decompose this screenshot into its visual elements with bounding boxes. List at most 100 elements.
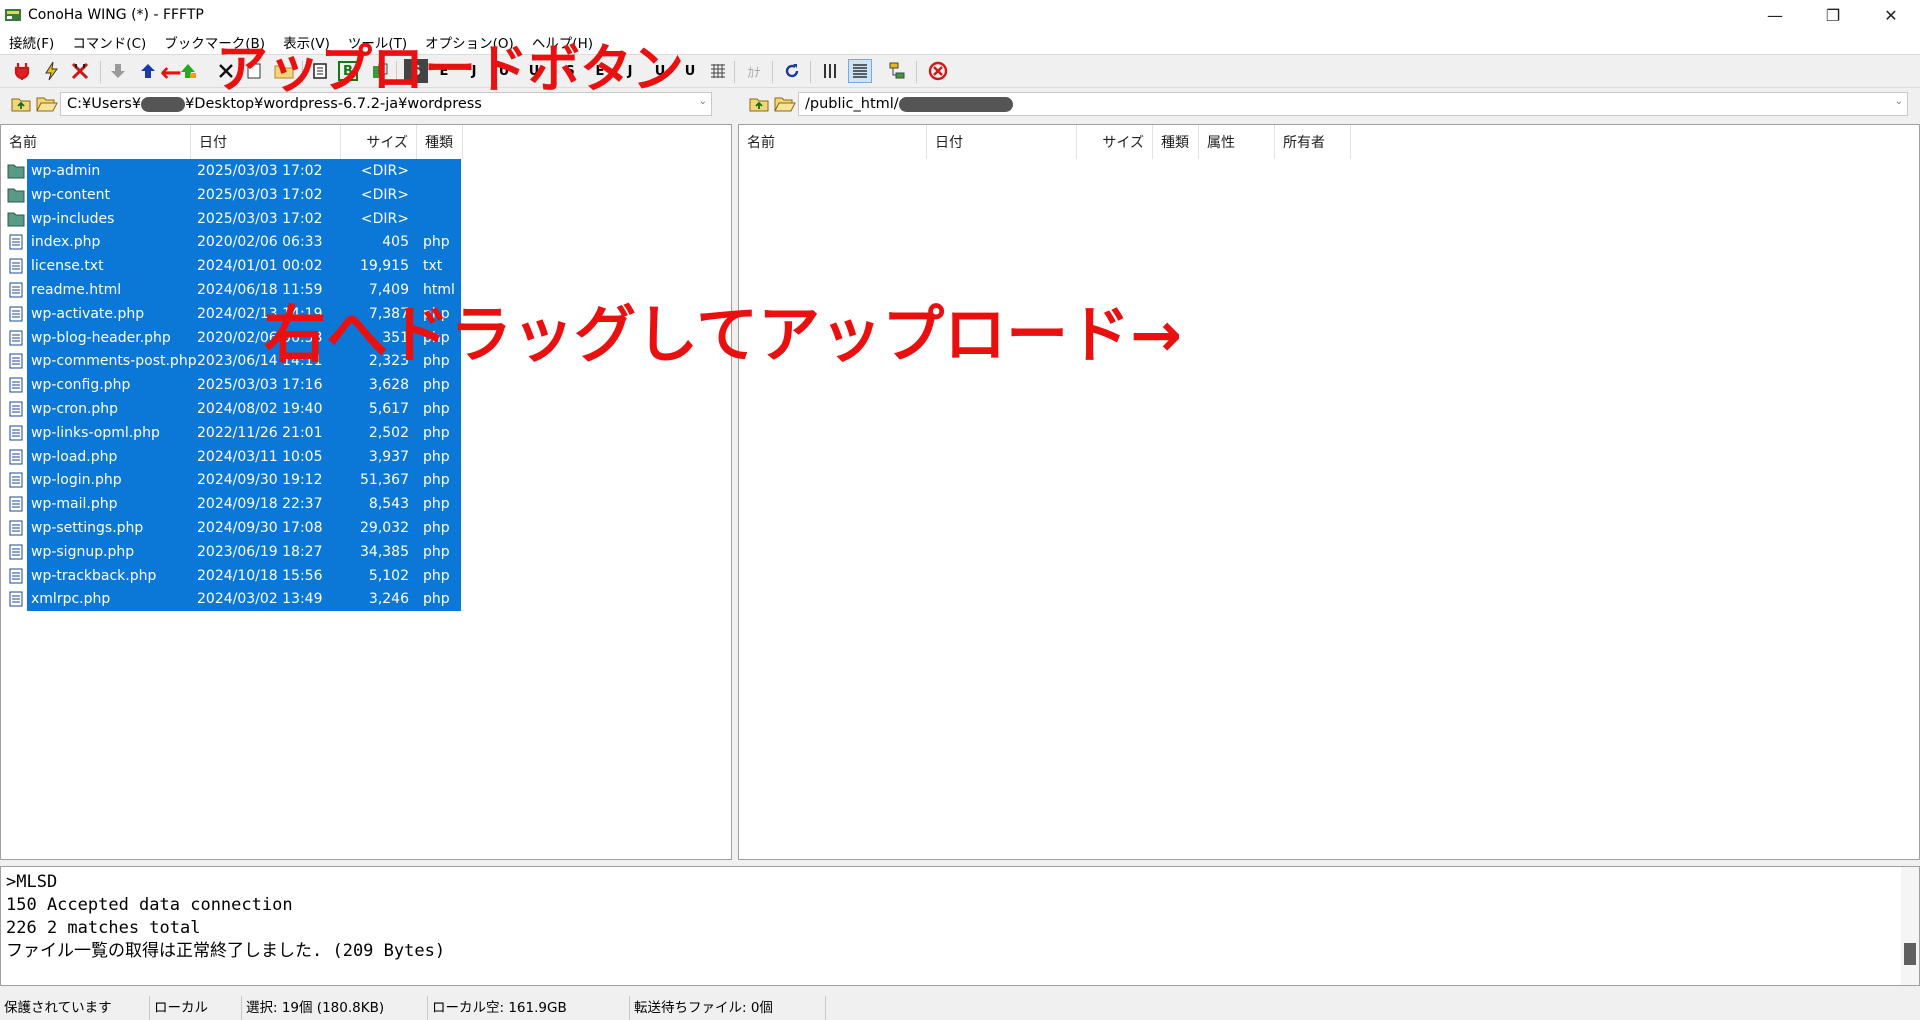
table-row[interactable]: license.txt 2024/01/01 00:02 19,915 txt xyxy=(1,254,461,279)
log-line: ファイル一覧の取得は正常終了しました. (209 Bytes) xyxy=(6,941,446,961)
col-date[interactable]: 日付 xyxy=(927,125,1077,159)
file-size: 3,246 xyxy=(368,591,409,608)
connect-icon[interactable] xyxy=(10,59,34,83)
log-panel[interactable]: >MLSD 150 Accepted data connection 226 2… xyxy=(0,866,1920,986)
stop-icon[interactable] xyxy=(926,59,950,83)
file-icon xyxy=(9,520,23,536)
col-date[interactable]: 日付 xyxy=(191,125,341,159)
grid-icon[interactable] xyxy=(706,59,730,83)
file-name: xmlrpc.php xyxy=(31,591,111,608)
col-name[interactable]: 名前 xyxy=(1,125,191,159)
detail-view-icon[interactable] xyxy=(848,59,872,83)
col-name[interactable]: 名前 xyxy=(739,125,927,159)
file-icon xyxy=(9,353,23,369)
disconnect-icon[interactable] xyxy=(68,59,92,83)
list-view-icon[interactable] xyxy=(818,59,842,83)
file-date: 2025/03/03 17:02 xyxy=(197,186,323,203)
chevron-down-icon[interactable]: ⌄ xyxy=(699,96,707,107)
file-type: php xyxy=(423,401,450,417)
file-date: 2024/09/30 19:12 xyxy=(197,472,323,489)
file-name: wp-config.php xyxy=(31,377,131,394)
table-row[interactable]: wp-settings.php 2024/09/30 17:08 29,032 php xyxy=(1,516,461,540)
file-date: 2024/03/11 10:05 xyxy=(197,448,323,465)
table-row[interactable]: wp-links-opml.php 2022/11/26 21:01 2,502 ph… xyxy=(1,420,461,445)
col-type[interactable]: 種類 xyxy=(1153,125,1199,159)
file-name: wp-blog-header.php xyxy=(31,329,171,346)
file-type: php xyxy=(423,377,450,394)
status-security: 保護されています xyxy=(0,996,150,1020)
file-size: 3,937 xyxy=(368,448,409,465)
close-button[interactable]: ✕ xyxy=(1862,0,1920,30)
table-row[interactable]: wp-trackback.php 2024/10/18 15:56 5,102 php xyxy=(1,563,461,588)
folder-icon xyxy=(7,212,25,227)
menu-command[interactable]: コマンド(C) xyxy=(63,32,155,52)
log-line: >MLSD xyxy=(6,872,58,892)
remote-open-folder-icon[interactable] xyxy=(772,92,798,116)
menu-connect[interactable]: 接続(F) xyxy=(0,32,63,52)
col-size[interactable]: サイズ xyxy=(341,125,417,159)
col-type[interactable]: 種類 xyxy=(417,125,463,159)
kana-icon[interactable]: ｶﾅ xyxy=(742,59,766,83)
tree-view-icon[interactable] xyxy=(886,59,910,83)
refresh-icon[interactable] xyxy=(780,59,804,83)
remote-file-list[interactable]: 名前 日付 サイズ 種類 属性 所有者 xyxy=(738,124,1920,860)
file-name: wp-admin xyxy=(31,163,101,179)
remote-path-bar: /public_html/ ⌄ xyxy=(746,90,1908,118)
remote-path-prefix: /public_html/ xyxy=(805,96,899,112)
file-icon xyxy=(9,568,23,584)
file-date: 2024/10/18 15:56 xyxy=(197,567,323,584)
file-icon xyxy=(9,472,23,488)
redacted-remote-dir xyxy=(898,96,1013,112)
table-row[interactable]: wp-signup.php 2023/06/19 18:27 34,385 php xyxy=(1,539,461,564)
file-size: 8,543 xyxy=(368,496,409,513)
table-row[interactable]: wp-content 2025/03/03 17:02 <DIR> xyxy=(1,182,461,207)
table-row[interactable]: wp-cron.php 2024/08/02 19:40 5,617 php xyxy=(1,397,461,421)
download-icon[interactable] xyxy=(106,59,130,83)
file-size: 2,502 xyxy=(368,424,409,441)
remote-path-input[interactable]: /public_html/ ⌄ xyxy=(798,92,1908,116)
chevron-down-icon[interactable]: ⌄ xyxy=(1895,96,1903,107)
minimize-button[interactable]: — xyxy=(1746,0,1804,30)
maximize-button[interactable]: ❐ xyxy=(1804,0,1862,30)
col-attr[interactable]: 属性 xyxy=(1199,125,1275,159)
folder-icon xyxy=(7,188,25,203)
file-name: wp-load.php xyxy=(31,448,118,465)
file-type: php xyxy=(423,520,450,536)
file-name: wp-cron.php xyxy=(31,401,119,417)
file-size: 51,367 xyxy=(360,472,409,489)
file-size: <DIR> xyxy=(360,163,409,179)
col-size[interactable]: サイズ xyxy=(1077,125,1153,159)
file-icon xyxy=(9,234,23,250)
file-name: wp-comments-post.php xyxy=(31,353,197,370)
scroll-thumb[interactable] xyxy=(1904,943,1916,965)
table-row[interactable]: wp-mail.php 2024/09/18 22:37 8,543 php xyxy=(1,492,461,517)
file-icon xyxy=(9,282,23,298)
file-name: wp-signup.php xyxy=(31,543,135,560)
log-scrollbar[interactable] xyxy=(1901,867,1919,985)
file-name: readme.html xyxy=(31,282,122,298)
table-row[interactable]: wp-includes 2025/03/03 17:02 <DIR> xyxy=(1,206,461,231)
table-row[interactable]: wp-config.php 2025/03/03 17:16 3,628 php xyxy=(1,373,461,398)
file-type: php xyxy=(423,472,450,489)
file-size: 5,617 xyxy=(368,401,409,417)
remote-up-folder-icon[interactable] xyxy=(746,92,772,116)
upload-icon[interactable] xyxy=(136,59,160,83)
file-date: 2023/06/19 18:27 xyxy=(197,543,323,560)
file-size: 3,628 xyxy=(368,377,409,394)
table-row[interactable]: xmlrpc.php 2024/03/02 13:49 3,246 php xyxy=(1,587,461,612)
col-owner[interactable]: 所有者 xyxy=(1275,125,1351,159)
file-name: license.txt xyxy=(31,258,104,275)
file-type: php xyxy=(423,448,450,465)
local-file-list[interactable]: 名前 日付 サイズ 種類 wp-admin 2025/03/03 17:02 <DI… xyxy=(0,124,732,860)
annotation-upload-button: アップロードボタン xyxy=(216,40,685,100)
quick-connect-icon[interactable] xyxy=(40,59,64,83)
table-row[interactable]: wp-login.php 2024/09/30 19:12 51,367 php xyxy=(1,468,461,493)
file-name: wp-includes xyxy=(31,210,115,227)
file-icon xyxy=(9,306,23,322)
table-row[interactable]: wp-load.php 2024/03/11 10:05 3,937 php xyxy=(1,444,461,469)
local-open-folder-icon[interactable] xyxy=(34,92,60,116)
table-row[interactable]: wp-admin 2025/03/03 17:02 <DIR> xyxy=(1,159,461,183)
table-row[interactable]: index.php 2020/02/06 06:33 405 php xyxy=(1,230,461,255)
file-name: index.php xyxy=(31,234,101,251)
local-up-folder-icon[interactable] xyxy=(8,92,34,116)
